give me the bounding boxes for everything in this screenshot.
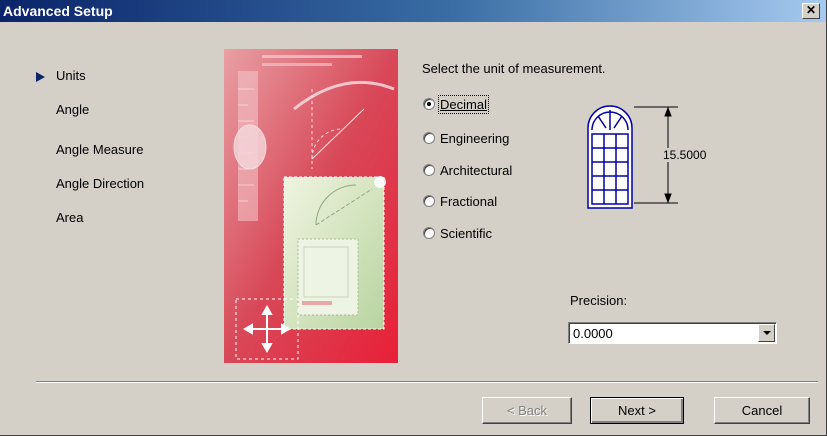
radio-label-engineering: Engineering [440,131,510,146]
radio-label-architectural: Architectural [440,163,513,178]
step-units: Units [56,68,86,83]
cancel-button[interactable]: Cancel [714,397,810,424]
step-area: Area [56,210,84,225]
next-button[interactable]: Next > [590,397,684,424]
back-button[interactable]: < Back [482,397,572,424]
step-angle: Angle [56,102,90,117]
units-prompt: Select the unit of measurement. [422,61,606,76]
radio-label-decimal: Decimal [438,95,489,114]
wizard-illustration [224,49,398,363]
radio-label-fractional: Fractional [440,194,498,209]
step-angle-direction: Angle Direction [56,176,145,191]
advanced-setup-dialog: Advanced Setup ✕ Units Angle Angle Measu… [0,0,827,436]
title-bar[interactable]: Advanced Setup ✕ [0,0,826,22]
step-angle-measure: Angle Measure [56,142,144,157]
precision-label: Precision: [570,293,628,308]
radio-button[interactable] [423,132,435,144]
units-preview: 15.5000 [582,100,722,210]
precision-select[interactable]: 0.0000 [568,322,777,344]
close-button[interactable]: ✕ [802,3,820,19]
chevron-down-icon[interactable] [758,324,775,342]
precision-value: 0.0000 [573,326,613,341]
separator [36,381,818,383]
radio-button[interactable] [423,227,435,239]
radio-label-scientific: Scientific [440,226,493,241]
radio-button-checked[interactable] [423,98,435,110]
radio-button[interactable] [423,164,435,176]
window-title: Advanced Setup [3,3,113,19]
radio-button[interactable] [423,195,435,207]
current-step-arrow-icon [36,72,45,82]
dimension-label: 15.5000 [662,148,708,162]
